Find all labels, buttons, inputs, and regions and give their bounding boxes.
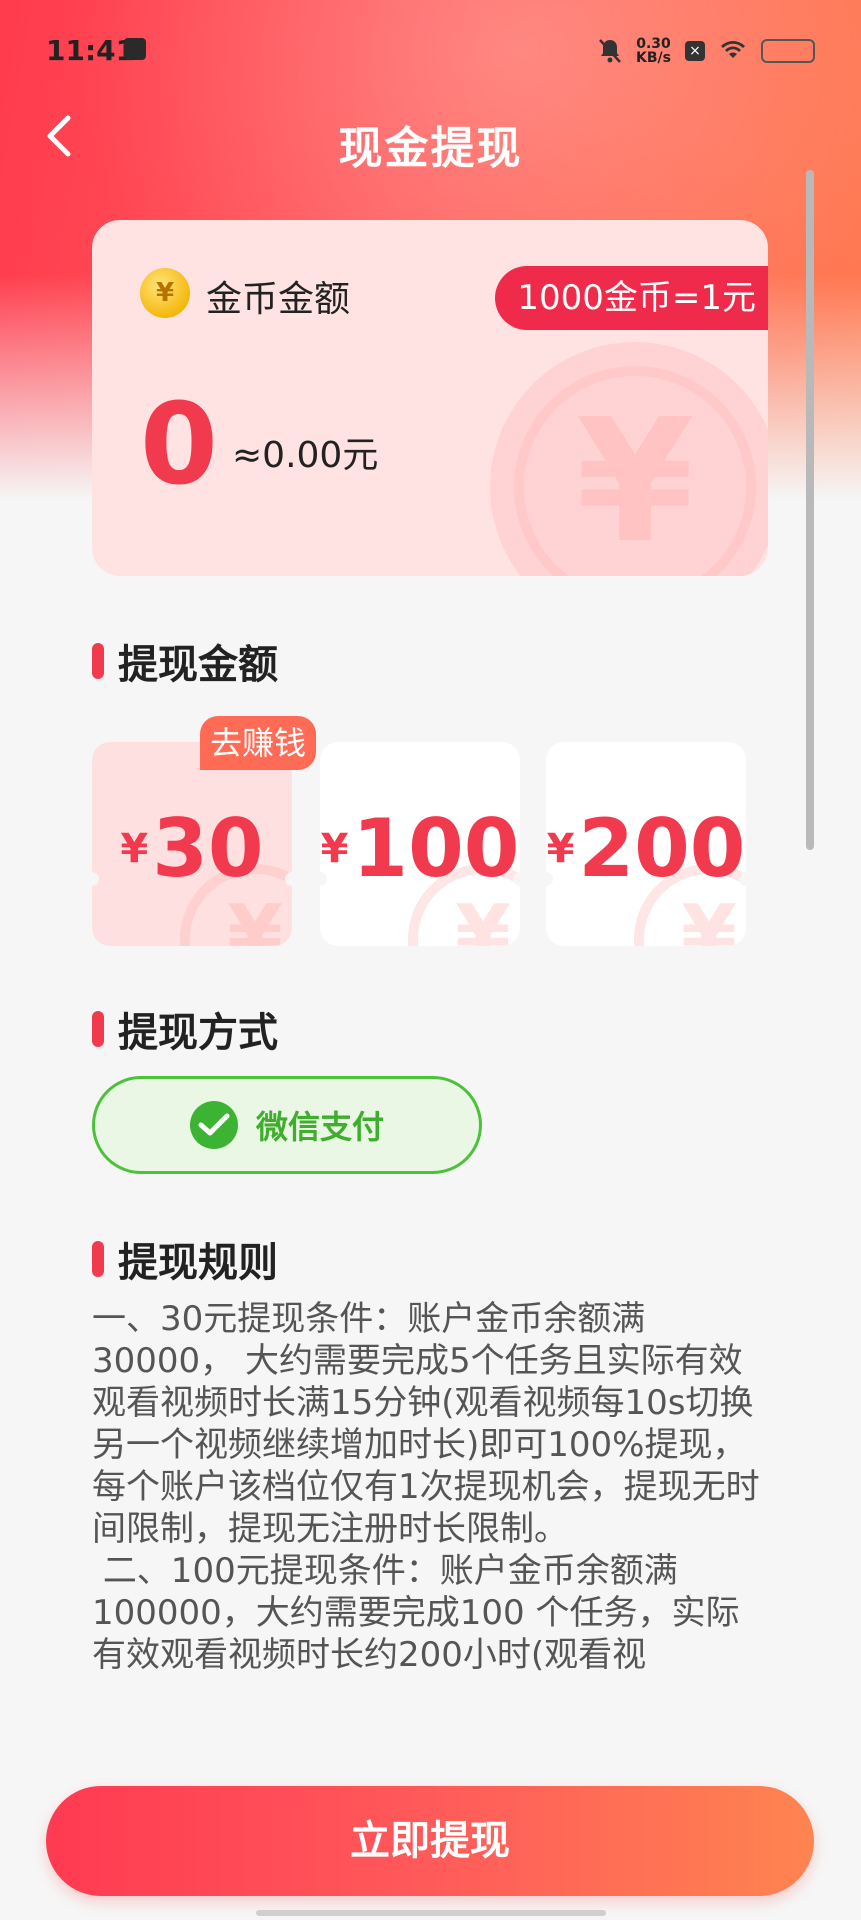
cash-equivalent: ≈0.00元 [232,435,379,476]
message-icon [124,38,146,60]
amount-value: ¥200 [546,802,746,895]
rules-section-title: 提现规则 [92,1230,278,1288]
amount-number: 200 [578,802,746,895]
wechat-pay-button[interactable]: 微信支付 [92,1076,482,1174]
wechat-pay-label: 微信支付 [255,1108,384,1146]
status-time: 11:41 [46,34,136,67]
amount-option-30[interactable]: ¥ ¥30 [92,742,292,946]
net-speed: 0.30 KB/s [636,37,671,65]
coin-balance-label: 金币金额 [206,279,351,320]
withdraw-button[interactable]: 立即提现 [46,1786,814,1896]
wechat-pay-icon [189,1101,238,1149]
exchange-rate-badge: 1000金币=1元 [495,266,768,330]
amount-option-200[interactable]: ¥ ¥200 [546,742,746,946]
section-marker [92,643,104,679]
net-speed-value: 0.30 [636,35,671,52]
method-section-title: 提现方式 [92,1000,278,1058]
amount-section-title: 提现金额 [92,632,278,690]
section-marker [92,1241,104,1277]
coin-icon: ¥ [140,268,190,318]
wifi-icon [719,34,747,67]
status-icons: 0.30 KB/s × [598,34,815,67]
battery-icon [761,38,815,63]
go-earn-tag[interactable]: 去赚钱 [200,716,317,770]
balance-card: ¥ ¥ 金币金额 1000金币=1元 0 ≈0.00元 [92,220,768,576]
sim-icon: × [685,40,705,61]
net-speed-unit: KB/s [636,49,671,66]
currency-symbol: ¥ [546,825,575,872]
amount-option-100[interactable]: ¥ ¥100 [320,742,520,946]
home-indicator[interactable] [256,1910,606,1916]
amount-number: 30 [152,802,264,895]
page-title: 现金提现 [338,123,523,174]
rules-text: 一、30元提现条件：账户金币余额满30000， 大约需要完成5个任务且实际有效观… [92,1299,760,1675]
section-marker [92,1011,104,1047]
amount-number: 100 [352,802,520,895]
currency-symbol: ¥ [320,825,349,872]
status-bar: 11:41 0.30 KB/s × [0,0,861,100]
amount-value: ¥100 [320,802,520,895]
amount-value: ¥30 [92,802,292,895]
currency-symbol: ¥ [120,825,149,872]
yuan-watermark-icon: ¥ [490,342,768,576]
mute-icon [598,38,622,64]
scrollbar[interactable] [806,170,814,850]
coin-balance-value: 0 [140,380,218,510]
